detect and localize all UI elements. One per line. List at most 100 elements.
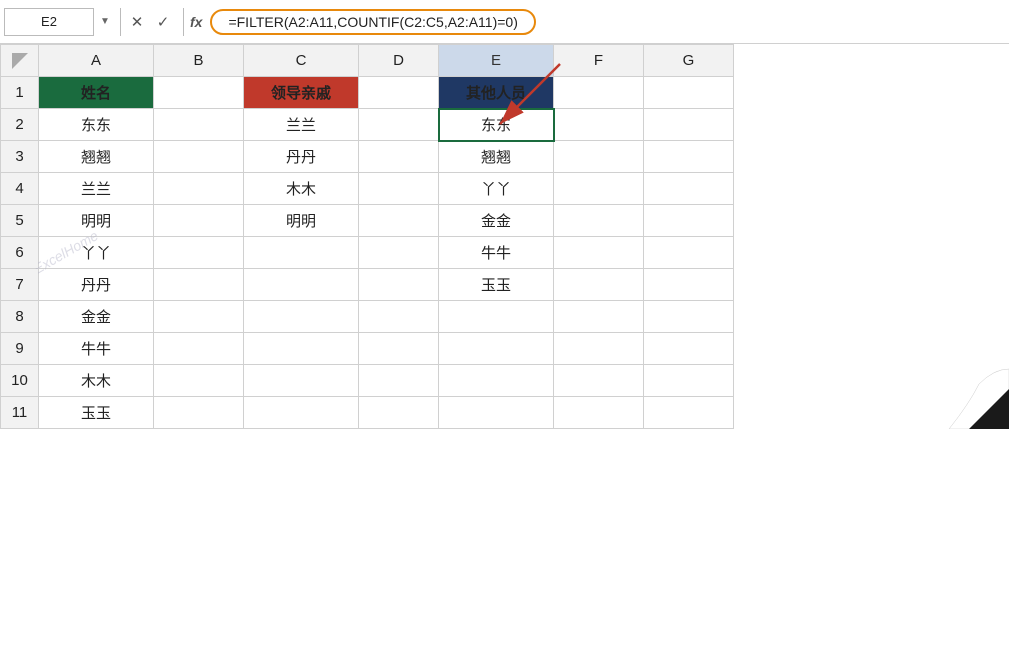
cell-e4[interactable]: 丫丫 bbox=[439, 173, 554, 205]
cell-e1[interactable]: 其他人员 bbox=[439, 77, 554, 109]
cell-d2[interactable] bbox=[359, 109, 439, 141]
cell-g4[interactable] bbox=[644, 173, 734, 205]
cell-c8[interactable] bbox=[244, 301, 359, 333]
cell-a5[interactable]: 明明 bbox=[39, 205, 154, 237]
cell-g10[interactable] bbox=[644, 365, 734, 397]
cell-b11[interactable] bbox=[154, 397, 244, 429]
cell-e3[interactable]: 翘翘 bbox=[439, 141, 554, 173]
cell-g3[interactable] bbox=[644, 141, 734, 173]
cell-b7[interactable] bbox=[154, 269, 244, 301]
cell-d4[interactable] bbox=[359, 173, 439, 205]
cell-d6[interactable] bbox=[359, 237, 439, 269]
cell-a2[interactable]: 东东 bbox=[39, 109, 154, 141]
cell-g2[interactable] bbox=[644, 109, 734, 141]
cell-g7[interactable] bbox=[644, 269, 734, 301]
cell-g11[interactable] bbox=[644, 397, 734, 429]
cell-f7[interactable] bbox=[554, 269, 644, 301]
name-box[interactable]: E2 bbox=[4, 8, 94, 36]
cell-d7[interactable] bbox=[359, 269, 439, 301]
formula-bar-divider2 bbox=[183, 8, 184, 36]
cell-a10[interactable]: 木木 bbox=[39, 365, 154, 397]
cell-c11[interactable] bbox=[244, 397, 359, 429]
cell-f2[interactable] bbox=[554, 109, 644, 141]
cell-c1[interactable]: 领导亲戚 bbox=[244, 77, 359, 109]
col-header-a[interactable]: A bbox=[39, 45, 154, 77]
cell-d8[interactable] bbox=[359, 301, 439, 333]
row-header-4: 4 bbox=[1, 173, 39, 205]
formula-input[interactable]: =FILTER(A2:A11,COUNTIF(C2:C5,A2:A11)=0) bbox=[210, 9, 535, 35]
cell-d9[interactable] bbox=[359, 333, 439, 365]
cell-b3[interactable] bbox=[154, 141, 244, 173]
cell-e5[interactable]: 金金 bbox=[439, 205, 554, 237]
table-row: 8 金金 bbox=[1, 301, 734, 333]
spreadsheet-container: E2 ▼ ✕ ✓ fx =FILTER(A2:A11,COUNTIF(C2:C5… bbox=[0, 0, 1009, 668]
cell-c7[interactable] bbox=[244, 269, 359, 301]
cell-f3[interactable] bbox=[554, 141, 644, 173]
cell-b1[interactable] bbox=[154, 77, 244, 109]
cell-g5[interactable] bbox=[644, 205, 734, 237]
cell-b8[interactable] bbox=[154, 301, 244, 333]
row-header-8: 8 bbox=[1, 301, 39, 333]
col-header-f[interactable]: F bbox=[554, 45, 644, 77]
name-box-dropdown[interactable]: ▼ bbox=[96, 8, 114, 36]
cell-e11[interactable] bbox=[439, 397, 554, 429]
cell-f4[interactable] bbox=[554, 173, 644, 205]
cell-c9[interactable] bbox=[244, 333, 359, 365]
col-header-e[interactable]: E bbox=[439, 45, 554, 77]
cell-b10[interactable] bbox=[154, 365, 244, 397]
cell-b2[interactable] bbox=[154, 109, 244, 141]
cell-c3[interactable]: 丹丹 bbox=[244, 141, 359, 173]
formula-input-wrapper: =FILTER(A2:A11,COUNTIF(C2:C5,A2:A11)=0) bbox=[210, 9, 1005, 35]
cell-a6[interactable]: 丫丫 bbox=[39, 237, 154, 269]
spreadsheet-table: A B C D E F G 1 姓名 领导亲戚 其他人员 bbox=[0, 44, 734, 429]
cell-b5[interactable] bbox=[154, 205, 244, 237]
cell-c10[interactable] bbox=[244, 365, 359, 397]
col-header-g[interactable]: G bbox=[644, 45, 734, 77]
cell-g1[interactable] bbox=[644, 77, 734, 109]
cell-c4[interactable]: 木木 bbox=[244, 173, 359, 205]
cell-a3[interactable]: 翘翘 bbox=[39, 141, 154, 173]
cancel-icon[interactable]: ✕ bbox=[127, 13, 147, 31]
cell-f11[interactable] bbox=[554, 397, 644, 429]
table-row: 6 丫丫 牛牛 bbox=[1, 237, 734, 269]
cell-a11[interactable]: 玉玉 bbox=[39, 397, 154, 429]
cell-e9[interactable] bbox=[439, 333, 554, 365]
cell-e10[interactable] bbox=[439, 365, 554, 397]
cell-b6[interactable] bbox=[154, 237, 244, 269]
cell-f5[interactable] bbox=[554, 205, 644, 237]
cell-d10[interactable] bbox=[359, 365, 439, 397]
cell-e6[interactable]: 牛牛 bbox=[439, 237, 554, 269]
row-header-11: 11 bbox=[1, 397, 39, 429]
cell-a1[interactable]: 姓名 bbox=[39, 77, 154, 109]
cell-e7[interactable]: 玉玉 bbox=[439, 269, 554, 301]
col-header-d[interactable]: D bbox=[359, 45, 439, 77]
cell-e8[interactable] bbox=[439, 301, 554, 333]
confirm-icon[interactable]: ✓ bbox=[153, 13, 173, 31]
cell-d3[interactable] bbox=[359, 141, 439, 173]
cell-f8[interactable] bbox=[554, 301, 644, 333]
page-curl bbox=[889, 309, 1009, 429]
cell-a7[interactable]: 丹丹 bbox=[39, 269, 154, 301]
cell-f6[interactable] bbox=[554, 237, 644, 269]
cell-f1[interactable] bbox=[554, 77, 644, 109]
cell-b9[interactable] bbox=[154, 333, 244, 365]
cell-d5[interactable] bbox=[359, 205, 439, 237]
cell-g9[interactable] bbox=[644, 333, 734, 365]
cell-c2[interactable]: 兰兰 bbox=[244, 109, 359, 141]
cell-a4[interactable]: 兰兰 bbox=[39, 173, 154, 205]
cell-c6[interactable] bbox=[244, 237, 359, 269]
cell-f10[interactable] bbox=[554, 365, 644, 397]
cell-g8[interactable] bbox=[644, 301, 734, 333]
cell-f9[interactable] bbox=[554, 333, 644, 365]
cell-a9[interactable]: 牛牛 bbox=[39, 333, 154, 365]
cell-a8[interactable]: 金金 bbox=[39, 301, 154, 333]
cell-g6[interactable] bbox=[644, 237, 734, 269]
row-header-9: 9 bbox=[1, 333, 39, 365]
cell-e2[interactable]: 东东 bbox=[439, 109, 554, 141]
col-header-c[interactable]: C bbox=[244, 45, 359, 77]
cell-b4[interactable] bbox=[154, 173, 244, 205]
cell-d1[interactable] bbox=[359, 77, 439, 109]
cell-c5[interactable]: 明明 bbox=[244, 205, 359, 237]
col-header-b[interactable]: B bbox=[154, 45, 244, 77]
cell-d11[interactable] bbox=[359, 397, 439, 429]
